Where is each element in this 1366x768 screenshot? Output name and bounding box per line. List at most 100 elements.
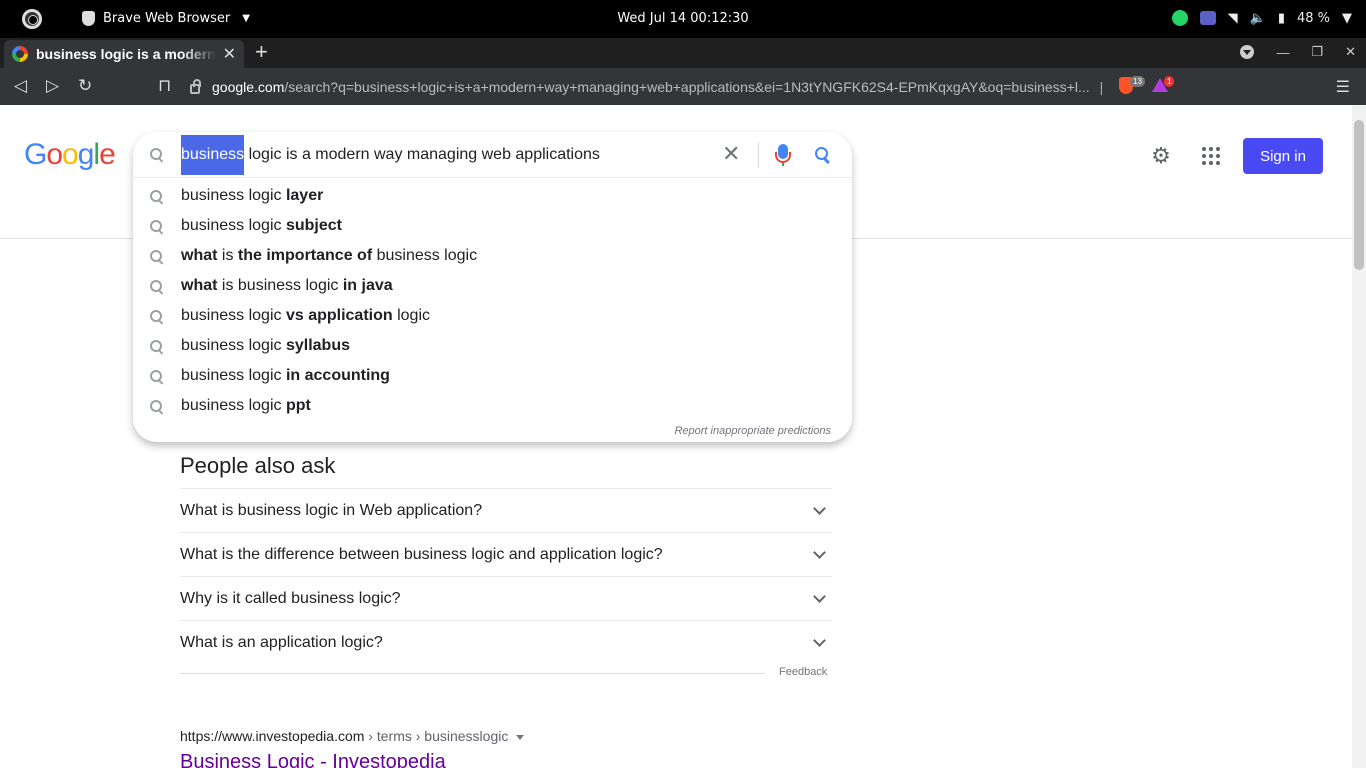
logo-letter: o xyxy=(46,138,63,171)
suggestion-item[interactable]: what is business logic in java xyxy=(133,271,852,301)
suggestion-bold: what xyxy=(181,247,218,264)
close-window-icon[interactable]: ✕ xyxy=(1345,44,1356,60)
whatsapp-icon[interactable] xyxy=(1171,10,1188,26)
tab-google-search[interactable]: business logic is a modern way managing … xyxy=(4,40,244,68)
minimize-icon[interactable]: — xyxy=(1276,45,1289,60)
volume-icon: 🔈 xyxy=(1249,10,1266,26)
suggestion-item[interactable]: what is the importance of business logic xyxy=(133,241,852,271)
search-box-expanded: business logic is a modern way managing … xyxy=(133,132,852,442)
report-predictions-link[interactable]: Report inappropriate predictions xyxy=(674,425,831,437)
new-tab-plus-icon[interactable]: + xyxy=(255,41,268,63)
forward-icon[interactable]: ▷ xyxy=(46,76,59,96)
chevron-down-icon[interactable] xyxy=(813,502,826,515)
search-divider xyxy=(758,142,759,168)
bookmark-icon[interactable]: ⊓ xyxy=(158,76,171,96)
url-path: /search?q=business+logic+is+a+modern+way… xyxy=(284,79,1090,95)
result-cite-path: › terms › businesslogic xyxy=(364,728,509,744)
suggestion-bold: layer xyxy=(285,187,324,204)
suggestion-plain: logic xyxy=(392,307,431,324)
search-icon xyxy=(150,340,163,353)
suggestion-plain: is business logic xyxy=(217,277,343,294)
search-submit-icon[interactable] xyxy=(815,147,831,163)
suggestion-bold: subject xyxy=(285,217,342,234)
result-cite-host: https://www.investopedia.com xyxy=(180,728,365,744)
tab-search-dropdown-icon[interactable] xyxy=(1240,45,1255,59)
address-toolbar: ◁ ▷ ↻ ⊓ google.com /search?q=business+lo… xyxy=(0,68,1366,105)
tab-bar: business logic is a modern way managing … xyxy=(0,38,1366,68)
result-title-link[interactable]: Business Logic - Investopedia xyxy=(180,751,446,768)
shields-badge: 13 xyxy=(1130,76,1145,87)
paa-question[interactable]: What is an application logic? xyxy=(180,620,832,664)
suggestion-bold: the importance of xyxy=(237,247,373,264)
suggestion-text: business logic subject xyxy=(181,217,342,235)
suggestion-bold: what xyxy=(181,277,218,294)
suggestion-text: business logic vs application logic xyxy=(181,307,430,325)
feedback-link[interactable]: Feedback xyxy=(779,666,827,678)
url-host: google.com xyxy=(212,79,285,95)
apps-grid-icon[interactable] xyxy=(1202,147,1220,165)
google-logo[interactable]: Google xyxy=(24,138,116,172)
suggestion-plain: business logic xyxy=(181,397,286,414)
paa-question[interactable]: What is the difference between business … xyxy=(180,532,832,576)
suggestion-plain: is xyxy=(217,247,238,264)
search-input[interactable]: business logic is a modern way managing … xyxy=(181,135,600,175)
suggestion-text: what is the importance of business logic xyxy=(181,247,477,265)
paa-question-text: Why is it called business logic? xyxy=(180,589,401,607)
search-icon xyxy=(150,220,163,233)
window-controls: — ❐ ✕ xyxy=(1240,44,1356,60)
search-icon xyxy=(150,400,163,413)
suggestion-item[interactable]: business logic layer xyxy=(133,181,852,211)
chevron-down-icon[interactable] xyxy=(813,634,826,647)
search-icon xyxy=(150,280,163,293)
logo-letter: o xyxy=(62,138,79,171)
url-bar[interactable]: google.com /search?q=business+logic+is+a… xyxy=(190,74,1110,100)
search-input-row[interactable]: business logic is a modern way managing … xyxy=(133,132,852,178)
system-tray[interactable]: ◥ 🔈 ▮ 48 % ▼ xyxy=(1171,10,1352,26)
hamburger-menu-icon[interactable]: ☰ xyxy=(1336,77,1350,97)
chevron-down-icon[interactable] xyxy=(813,546,826,559)
reload-icon[interactable]: ↻ xyxy=(78,76,92,96)
back-icon[interactable]: ◁ xyxy=(14,76,27,96)
maximize-icon[interactable]: ❐ xyxy=(1311,44,1323,60)
wifi-icon: ◥ xyxy=(1227,10,1238,26)
suggestion-item[interactable]: business logic ppt xyxy=(133,391,852,421)
suggestion-plain: business logic xyxy=(181,367,286,384)
suggestion-item[interactable]: business logic syllabus xyxy=(133,331,852,361)
clock[interactable]: Wed Jul 14 00:12:30 xyxy=(0,11,1366,26)
people-also-ask-heading: People also ask xyxy=(180,453,336,478)
paa-question[interactable]: What is business logic in Web applicatio… xyxy=(180,488,832,532)
result-cite[interactable]: https://www.investopedia.com › terms › b… xyxy=(180,728,525,744)
paa-question-text: What is an application logic? xyxy=(180,633,383,651)
google-favicon-icon xyxy=(12,46,28,62)
settings-gear-icon[interactable]: ⚙ xyxy=(1149,144,1173,168)
paa-question[interactable]: Why is it called business logic? xyxy=(180,576,832,620)
query-text: logic is a modern way managing web appli… xyxy=(244,146,600,163)
paa-question-text: What is the difference between business … xyxy=(180,545,663,563)
url-separator: | xyxy=(1099,79,1104,95)
caret-down-icon[interactable] xyxy=(516,734,525,740)
suggestion-item[interactable]: business logic in accounting xyxy=(133,361,852,391)
suggestion-item[interactable]: business logic subject xyxy=(133,211,852,241)
suggestion-bold: ppt xyxy=(285,397,311,414)
teams-icon[interactable] xyxy=(1199,11,1216,25)
selected-text: business xyxy=(181,135,245,175)
suggestion-plain: business logic xyxy=(372,247,478,264)
os-top-bar: Brave Web Browser ▼ Wed Jul 14 00:12:30 … xyxy=(0,0,1366,38)
suggestion-item[interactable]: business logic vs application logic xyxy=(133,301,852,331)
suggestion-plain: business logic xyxy=(181,187,286,204)
suggestion-bold: in accounting xyxy=(285,367,390,384)
lock-icon[interactable] xyxy=(190,79,201,94)
battery-icon: ▮ xyxy=(1277,10,1285,26)
sign-in-button[interactable]: Sign in xyxy=(1243,138,1323,174)
close-icon[interactable]: ✕ xyxy=(223,44,236,64)
battery-percent: 48 % xyxy=(1296,10,1330,26)
clear-icon[interactable]: ✕ xyxy=(722,141,740,167)
search-icon xyxy=(150,250,163,263)
chevron-down-icon[interactable] xyxy=(813,590,826,603)
suggestion-text: business logic ppt xyxy=(181,397,311,415)
suggestion-text: business logic layer xyxy=(181,187,323,205)
suggestion-bold: in java xyxy=(342,277,393,294)
microphone-icon[interactable] xyxy=(775,144,791,166)
suggestion-text: business logic syllabus xyxy=(181,337,350,355)
scrollbar-thumb[interactable] xyxy=(1354,120,1364,270)
